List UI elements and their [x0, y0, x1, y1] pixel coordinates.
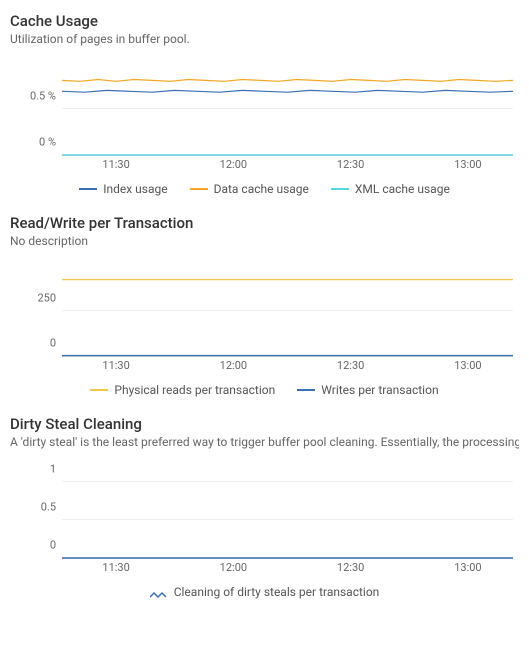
panel-cache-usage: Cache Usage Utilization of pages in buff…: [0, 12, 529, 214]
xtick: 12:00: [220, 158, 247, 171]
panel-title: Read/Write per Transaction: [10, 214, 519, 232]
chart-cache-usage[interactable]: 0 % 0.5 % 11:30 12:00 12:30 13:00: [62, 64, 513, 174]
legend-item[interactable]: Index usage: [79, 182, 167, 196]
xtick: 11:30: [102, 359, 129, 372]
xticks: 11:30 12:00 12:30 13:00: [62, 359, 513, 375]
plot-area: 0 0.5 1: [62, 467, 513, 559]
series-lines: [62, 467, 513, 558]
plot-area: 0 250: [62, 265, 513, 357]
ytick: 0: [10, 337, 56, 350]
legend: Index usage Data cache usage XML cache u…: [10, 182, 519, 196]
xtick: 12:30: [337, 561, 364, 574]
chart-dirty-steal[interactable]: 0 0.5 1 11:30 12:00 12:30 13:00: [62, 467, 513, 577]
legend-item[interactable]: Data cache usage: [190, 182, 309, 196]
panel-desc: A 'dirty steal' is the least preferred w…: [10, 435, 519, 451]
xticks: 11:30 12:00 12:30 13:00: [62, 158, 513, 174]
ytick: 1: [10, 462, 56, 475]
ytick: 0: [10, 538, 56, 551]
legend-item[interactable]: Physical reads per transaction: [90, 383, 275, 397]
panel-desc: No description: [10, 234, 519, 250]
legend-item[interactable]: Cleaning of dirty steals per transaction: [150, 585, 380, 599]
xticks: 11:30 12:00 12:30 13:00: [62, 561, 513, 577]
xtick: 12:30: [337, 359, 364, 372]
series-lines: [62, 64, 513, 155]
plot-area: 0 % 0.5 %: [62, 64, 513, 156]
line-index-usage: [62, 90, 513, 92]
zigzag-swatch-icon: [150, 588, 168, 596]
xtick: 12:00: [220, 561, 247, 574]
legend: Physical reads per transaction Writes pe…: [10, 383, 519, 397]
xtick: 11:30: [102, 158, 129, 171]
line-swatch-icon: [90, 389, 108, 391]
line-swatch-icon: [331, 188, 349, 190]
line-swatch-icon: [190, 188, 208, 190]
xtick: 12:30: [337, 158, 364, 171]
panel-rw-transaction: Read/Write per Transaction No descriptio…: [0, 214, 529, 416]
ytick: 250: [10, 291, 56, 304]
panel-title: Cache Usage: [10, 12, 519, 30]
panel-title: Dirty Steal Cleaning: [10, 415, 519, 433]
panel-dirty-steal: Dirty Steal Cleaning A 'dirty steal' is …: [0, 415, 529, 617]
line-swatch-icon: [297, 389, 315, 391]
xtick: 11:30: [102, 561, 129, 574]
legend-item[interactable]: XML cache usage: [331, 182, 450, 196]
chart-rw[interactable]: 0 250 11:30 12:00 12:30 13:00: [62, 265, 513, 375]
ytick: 0.5 %: [10, 90, 56, 103]
ytick: 0.5: [10, 500, 56, 513]
xtick: 13:00: [454, 561, 481, 574]
xtick: 12:00: [220, 359, 247, 372]
xtick: 13:00: [454, 359, 481, 372]
series-lines: [62, 265, 513, 356]
ytick: 0 %: [10, 135, 56, 148]
line-data-cache: [62, 79, 513, 81]
legend-item[interactable]: Writes per transaction: [297, 383, 438, 397]
legend: Cleaning of dirty steals per transaction: [10, 585, 519, 599]
xtick: 13:00: [454, 158, 481, 171]
line-swatch-icon: [79, 188, 97, 190]
panel-desc: Utilization of pages in buffer pool.: [10, 32, 519, 48]
